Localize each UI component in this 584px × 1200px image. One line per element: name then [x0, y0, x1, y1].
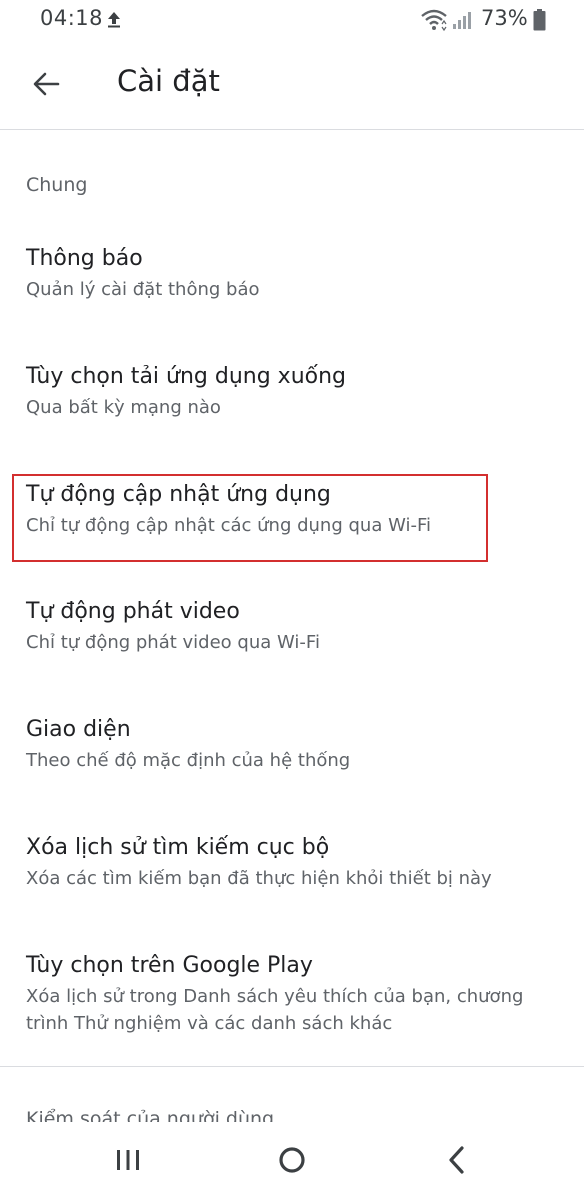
status-bar: 04:18 73%	[0, 0, 584, 42]
battery-percentage: 73%	[481, 6, 528, 30]
setting-google-play-preferences[interactable]: Tùy chọn trên Google Play Xóa lịch sử tr…	[0, 951, 584, 1037]
back-icon	[446, 1145, 466, 1179]
back-button[interactable]	[22, 62, 70, 110]
page-title: Cài đặt	[117, 64, 220, 98]
home-button[interactable]	[268, 1142, 316, 1182]
battery-icon	[533, 9, 546, 31]
signal-icon	[452, 10, 472, 30]
setting-title: Xóa lịch sử tìm kiếm cục bộ	[26, 835, 330, 860]
setting-title: Tùy chọn trên Google Play	[26, 953, 313, 978]
setting-app-download-preference[interactable]: Tùy chọn tải ứng dụng xuống Qua bất kỳ m…	[0, 362, 584, 421]
navigation-bar	[0, 1122, 584, 1200]
recents-button[interactable]	[104, 1142, 152, 1182]
setting-title: Tự động cập nhật ứng dụng	[26, 482, 331, 507]
setting-subtitle: Xóa lịch sử trong Danh sách yêu thích củ…	[26, 986, 524, 1034]
recents-icon	[115, 1148, 141, 1176]
app-bar: Cài đặt	[0, 42, 584, 130]
setting-title: Thông báo	[26, 246, 143, 271]
setting-subtitle: Chỉ tự động phát video qua Wi-Fi	[26, 632, 320, 653]
section-header-user-controls: Kiểm soát của người dùng	[26, 1108, 275, 1122]
setting-subtitle: Xóa các tìm kiếm bạn đã thực hiện khỏi t…	[26, 868, 492, 889]
status-time: 04:18	[40, 6, 104, 30]
upload-icon	[106, 10, 122, 28]
setting-notifications[interactable]: Thông báo Quản lý cài đặt thông báo	[0, 244, 584, 303]
setting-auto-update-apps[interactable]: Tự động cập nhật ứng dụng Chỉ tự động cậ…	[0, 480, 584, 539]
setting-subtitle: Theo chế độ mặc định của hệ thống	[26, 750, 351, 771]
setting-clear-search-history[interactable]: Xóa lịch sử tìm kiếm cục bộ Xóa các tìm …	[0, 833, 584, 892]
arrow-back-icon	[32, 72, 60, 100]
section-divider	[0, 1066, 584, 1067]
section-header-general: Chung	[26, 174, 88, 196]
setting-title: Tự động phát video	[26, 599, 240, 624]
setting-subtitle: Qua bất kỳ mạng nào	[26, 397, 221, 418]
home-icon	[277, 1145, 307, 1179]
wifi-icon	[420, 8, 448, 32]
setting-auto-play-videos[interactable]: Tự động phát video Chỉ tự động phát vide…	[0, 597, 584, 656]
nav-back-button[interactable]	[432, 1142, 480, 1182]
setting-subtitle: Chỉ tự động cập nhật các ứng dụng qua Wi…	[26, 515, 432, 536]
setting-title: Tùy chọn tải ứng dụng xuống	[26, 364, 347, 389]
setting-theme[interactable]: Giao diện Theo chế độ mặc định của hệ th…	[0, 715, 584, 774]
setting-title: Giao diện	[26, 717, 131, 742]
setting-subtitle: Quản lý cài đặt thông báo	[26, 279, 260, 300]
